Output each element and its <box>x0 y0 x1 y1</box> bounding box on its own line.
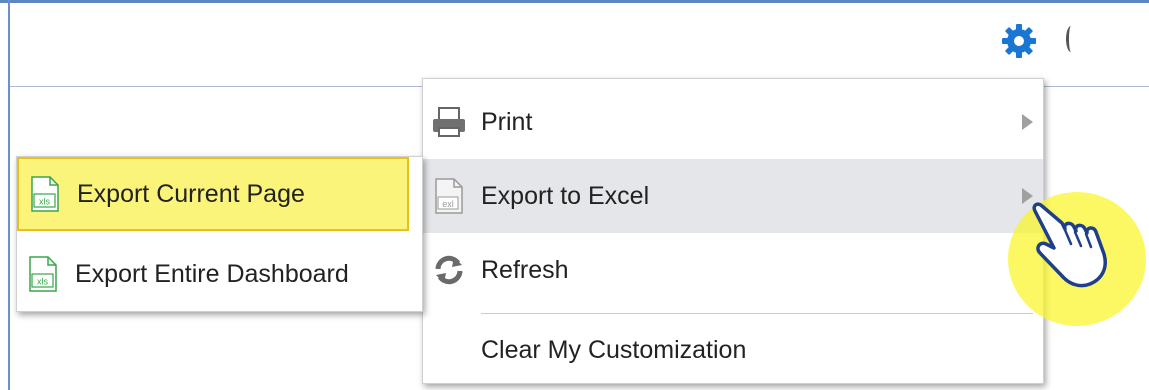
refresh-icon <box>429 250 469 290</box>
menu-item-print[interactable]: Print <box>423 85 1043 159</box>
excel-file-icon: exl <box>429 176 469 216</box>
xls-file-icon: xls <box>27 174 63 214</box>
menu-item-label: Clear My Customization <box>481 335 747 364</box>
menu-item-export-to-excel[interactable]: exl Export to Excel <box>423 159 1043 233</box>
svg-text:exl: exl <box>442 199 454 209</box>
printer-icon <box>429 102 469 142</box>
submenu-item-export-current-page[interactable]: xls Export Current Page <box>17 157 409 231</box>
xls-file-icon: xls <box>25 254 61 294</box>
header-top-border <box>0 0 1149 3</box>
submenu-item-label: Export Entire Dashboard <box>75 259 349 288</box>
submenu-arrow-icon <box>1022 114 1033 130</box>
svg-text:xls: xls <box>37 277 48 287</box>
submenu-item-label: Export Current Page <box>77 179 305 208</box>
export-submenu: xls Export Current Page xls Export Entir… <box>16 156 423 312</box>
hand-cursor-icon <box>1032 202 1107 288</box>
menu-item-label: Print <box>481 107 533 136</box>
page-left-border <box>8 0 10 390</box>
submenu-item-export-entire-dashboard[interactable]: xls Export Entire Dashboard <box>17 237 422 311</box>
gear-icon <box>1002 24 1036 58</box>
menu-item-clear-customization[interactable]: Clear My Customization <box>423 315 1043 385</box>
settings-dropdown-menu: Print exl Export to Excel Refresh Clear … <box>422 78 1044 384</box>
partial-header-icon <box>1066 26 1076 52</box>
menu-item-label: Refresh <box>481 255 569 284</box>
menu-separator <box>481 313 1033 314</box>
menu-item-refresh[interactable]: Refresh <box>423 233 1043 307</box>
settings-button[interactable] <box>999 20 1039 62</box>
svg-text:xls: xls <box>39 197 50 207</box>
menu-item-label: Export to Excel <box>481 181 650 210</box>
